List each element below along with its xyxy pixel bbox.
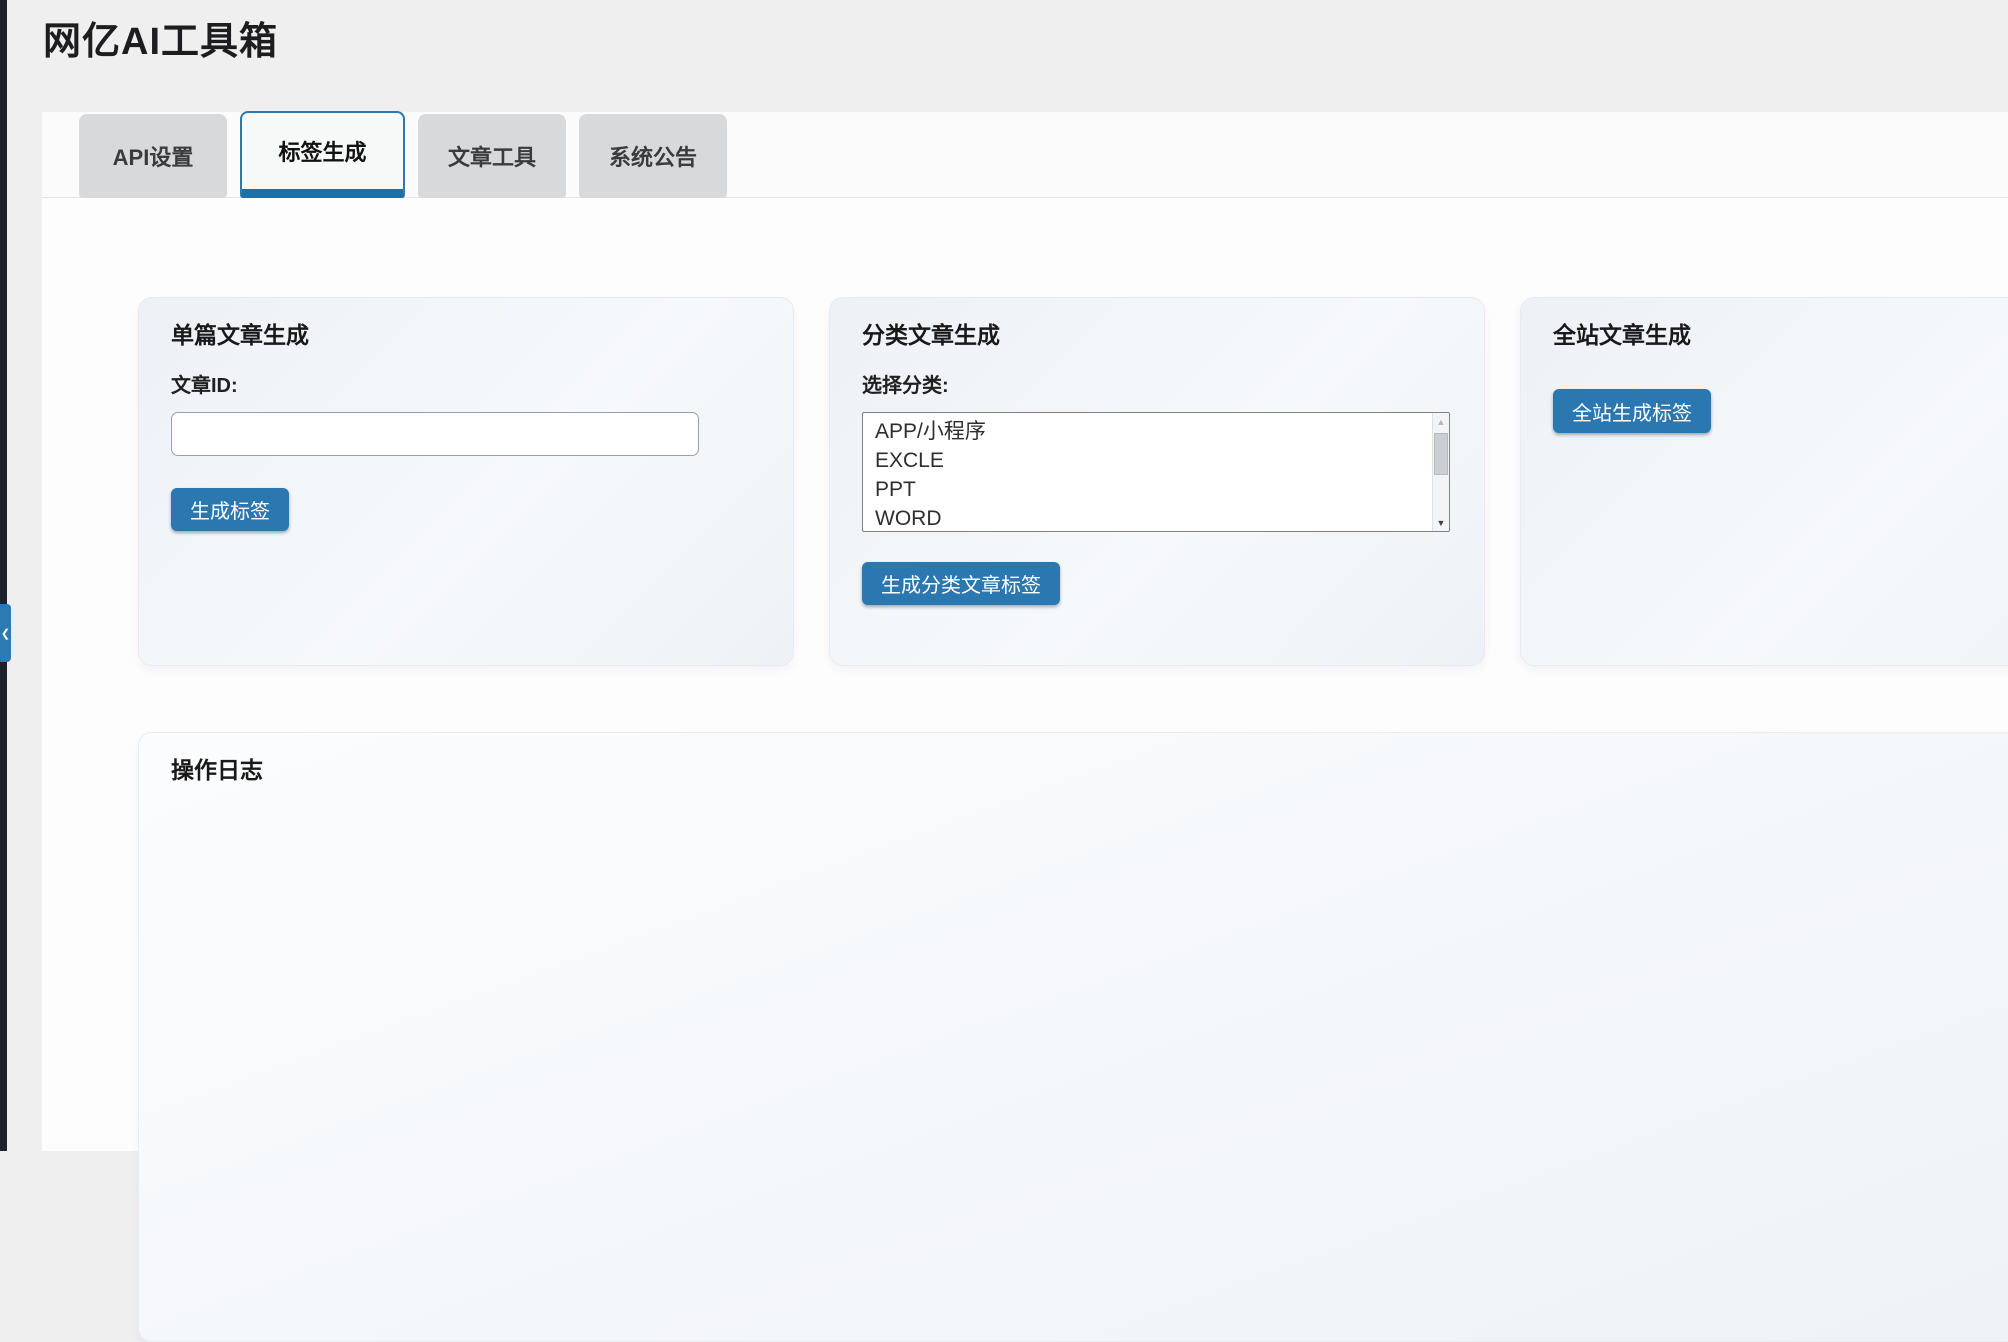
cards-row: 单篇文章生成 文章ID: 生成标签 分类文章生成 选择分类: APP/小程序 E… (138, 297, 2008, 666)
tab-list: API设置 标签生成 文章工具 系统公告 (79, 111, 727, 198)
category-select-label: 选择分类: (862, 375, 1452, 398)
article-id-label: 文章ID: (171, 375, 761, 398)
category-option[interactable]: APP/小程序 (863, 417, 1449, 446)
site-article-title: 全站文章生成 (1553, 322, 2008, 349)
tab-api-settings[interactable]: API设置 (79, 114, 227, 198)
category-option[interactable]: PPT (863, 475, 1449, 504)
tab-bar: API设置 标签生成 文章工具 系统公告 (42, 112, 2008, 198)
tab-tag-generation[interactable]: 标签生成 (240, 111, 405, 198)
generate-category-tags-button[interactable]: 生成分类文章标签 (862, 562, 1060, 605)
site-article-card: 全站文章生成 全站生成标签 (1520, 297, 2008, 666)
category-option-list: APP/小程序 EXCLE PPT WORD (863, 413, 1449, 532)
page-title: 网亿AI工具箱 (43, 10, 278, 65)
listbox-scrollbar[interactable]: ▲ ▼ (1432, 413, 1449, 531)
main-content: 单篇文章生成 文章ID: 生成标签 分类文章生成 选择分类: APP/小程序 E… (42, 198, 2008, 1151)
scroll-up-icon[interactable]: ▲ (1433, 413, 1449, 430)
generate-tag-button[interactable]: 生成标签 (171, 488, 289, 531)
category-listbox[interactable]: APP/小程序 EXCLE PPT WORD ▲ ▼ (862, 412, 1450, 532)
category-option[interactable]: WORD (863, 504, 1449, 532)
article-id-input[interactable] (171, 412, 699, 456)
operation-log-card: 操作日志 (138, 732, 2008, 1342)
site-generate-tags-button[interactable]: 全站生成标签 (1553, 389, 1711, 433)
single-article-title: 单篇文章生成 (171, 322, 761, 349)
tab-system-announcement[interactable]: 系统公告 (579, 114, 727, 198)
category-article-card: 分类文章生成 选择分类: APP/小程序 EXCLE PPT WORD ▲ ▼ … (829, 297, 1485, 666)
tab-article-tools[interactable]: 文章工具 (418, 114, 566, 198)
chevron-left-icon: ❮ (1, 627, 10, 640)
category-article-title: 分类文章生成 (862, 322, 1452, 349)
category-option[interactable]: EXCLE (863, 446, 1449, 475)
scrollbar-thumb[interactable] (1434, 433, 1448, 475)
operation-log-title: 操作日志 (171, 757, 2008, 784)
single-article-card: 单篇文章生成 文章ID: 生成标签 (138, 297, 794, 666)
sidebar-collapse-handle[interactable]: ❮ (0, 604, 11, 662)
window-edge-strip (0, 0, 7, 1151)
scroll-down-icon[interactable]: ▼ (1433, 514, 1449, 531)
